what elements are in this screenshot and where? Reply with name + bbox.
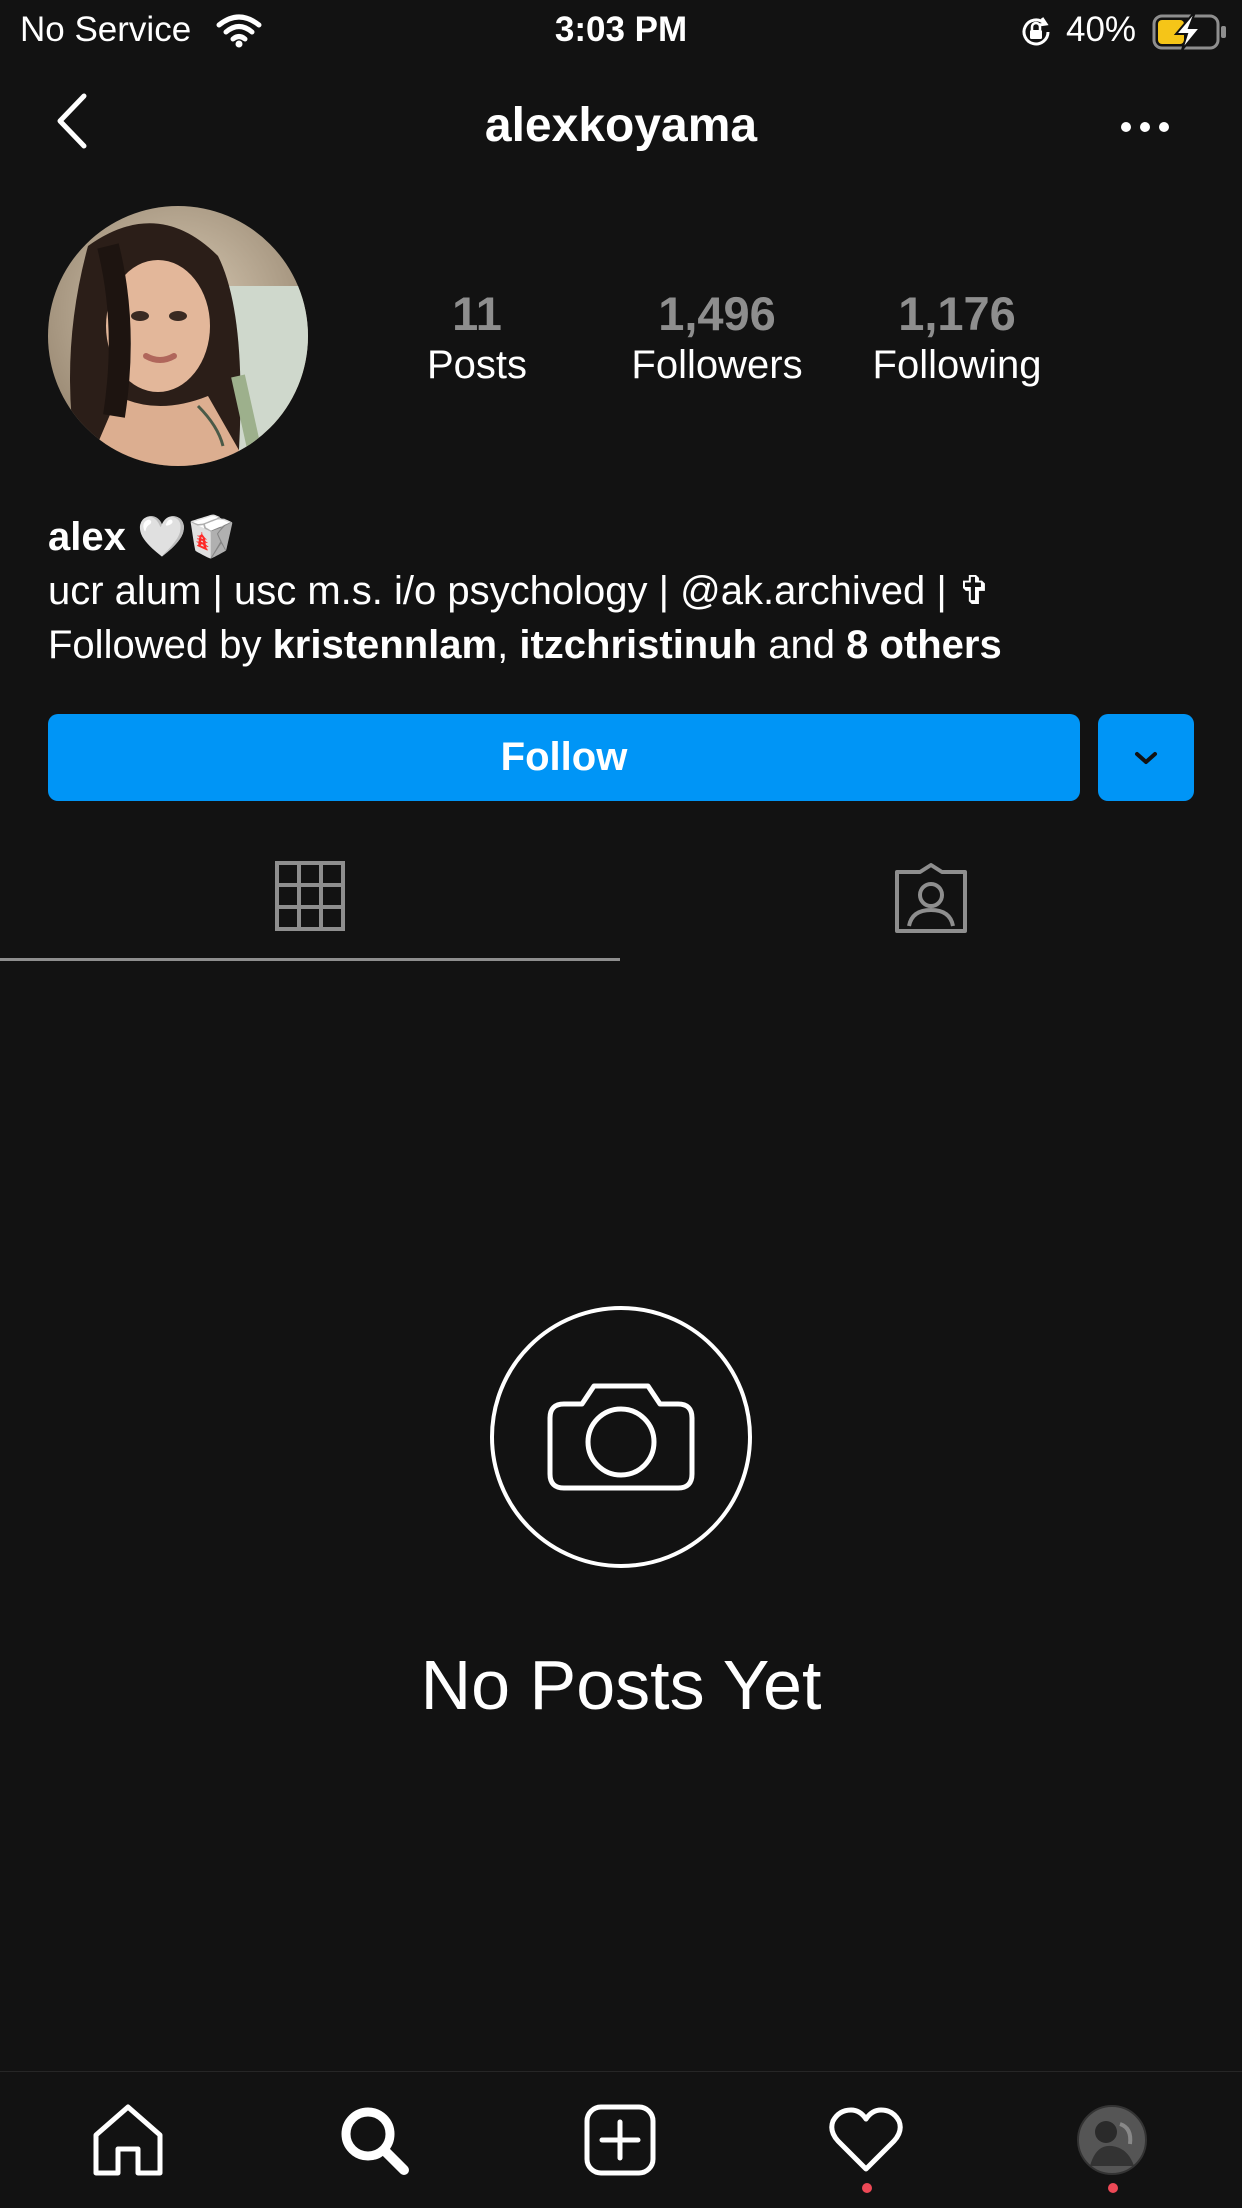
display-name: alex xyxy=(48,515,126,559)
nav-home[interactable] xyxy=(88,2100,168,2180)
orientation-lock-icon xyxy=(1018,14,1054,55)
followers-stat[interactable]: 1,496 Followers xyxy=(597,288,837,390)
bio-text: ucr alum | usc m.s. i/o psychology | @ak… xyxy=(48,569,992,613)
suggested-accounts-button[interactable] xyxy=(1098,714,1194,801)
search-icon xyxy=(341,2107,409,2175)
nav-profile[interactable] xyxy=(1072,2100,1152,2180)
followed-by-others: 8 others xyxy=(846,623,1002,667)
more-icon xyxy=(1121,122,1169,132)
posts-stat: 11 Posts xyxy=(357,288,597,390)
profile-notification-dot xyxy=(1108,2183,1118,2193)
nav-search[interactable] xyxy=(334,2100,414,2180)
posts-label: Posts xyxy=(426,343,528,387)
no-posts-title: No Posts Yet xyxy=(420,1646,822,1724)
nav-activity[interactable] xyxy=(826,2100,906,2180)
clock: 3:03 PM xyxy=(554,10,688,49)
camera-icon xyxy=(488,1304,754,1570)
following-label: Following xyxy=(872,343,1042,387)
home-icon xyxy=(93,2104,163,2176)
posts-count: 11 xyxy=(452,287,502,340)
following-stat[interactable]: 1,176 Following xyxy=(837,288,1077,390)
follow-button[interactable]: Follow xyxy=(48,714,1080,801)
more-options-button[interactable] xyxy=(1120,112,1170,142)
following-count: 1,176 xyxy=(898,287,1016,340)
chevron-down-icon xyxy=(1135,751,1157,764)
grid-icon xyxy=(275,861,345,931)
followers-label: Followers xyxy=(631,343,803,387)
followed-by-user-1: kristennlam xyxy=(272,623,498,667)
followed-by[interactable]: Followed by kristennlam, itzchristinuh a… xyxy=(48,618,1002,672)
activity-notification-dot xyxy=(862,2183,872,2193)
status-bar: No Service 3:03 PM 40% xyxy=(0,0,1242,64)
battery-icon xyxy=(1152,12,1228,57)
active-tab-indicator xyxy=(0,958,620,961)
activity-icon xyxy=(829,2107,903,2172)
followers-count: 1,496 xyxy=(658,287,776,340)
tab-grid[interactable] xyxy=(274,860,346,932)
tagged-icon xyxy=(895,863,967,933)
avatar[interactable] xyxy=(48,206,308,466)
profile-name: alex 🤍🥡 xyxy=(48,510,237,564)
new-post-icon xyxy=(584,2104,656,2176)
battery-percent: 40% xyxy=(1066,10,1137,49)
name-emoji: 🤍🥡 xyxy=(136,515,237,559)
nav-new-post[interactable] xyxy=(580,2100,660,2180)
tab-tagged[interactable] xyxy=(894,862,968,934)
followed-by-and: and xyxy=(757,623,847,667)
followed-by-user-2: itzchristinuh xyxy=(519,623,758,667)
followed-by-separator: , xyxy=(497,623,520,667)
profile-icon xyxy=(1077,2105,1147,2175)
followed-by-prefix: Followed by xyxy=(48,623,273,667)
profile-username-title: alexkoyama xyxy=(484,99,758,152)
